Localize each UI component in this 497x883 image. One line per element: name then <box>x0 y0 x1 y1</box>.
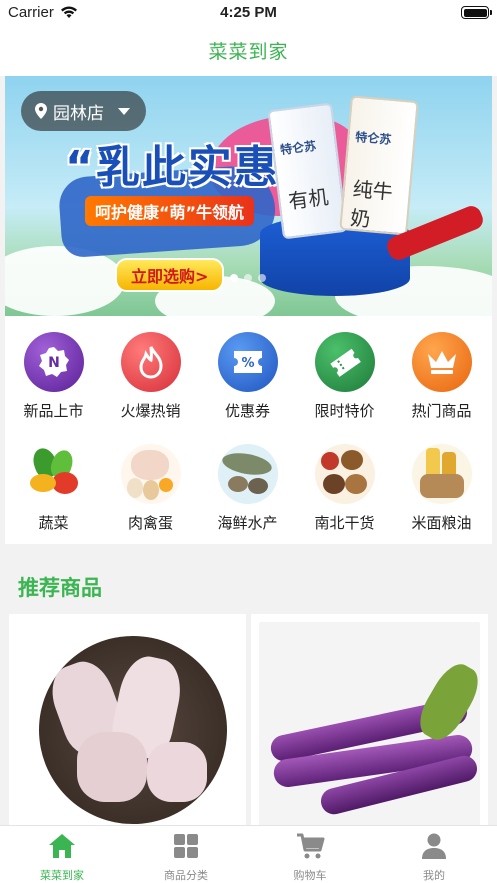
category-popular[interactable]: 热门商品 <box>393 332 490 421</box>
milk-carton-name: 纯牛奶 <box>349 176 394 232</box>
store-name: 园林店 <box>53 103 104 124</box>
category-label: 南北干货 <box>314 514 375 532</box>
category-grain-oil[interactable]: 米面粮油 <box>393 444 490 533</box>
milk-carton-pure-image: 特仑苏 纯牛奶 <box>339 95 419 236</box>
category-label: 热门商品 <box>411 402 472 420</box>
nav-header: 菜菜到家 <box>0 26 497 76</box>
fire-icon <box>120 332 181 392</box>
category-dried-goods[interactable]: 南北干货 <box>296 444 393 533</box>
milk-carton-name: 有机 <box>287 184 330 214</box>
category-new-arrivals[interactable]: N 新品上市 <box>5 332 102 421</box>
promo-banner[interactable]: “乳此实惠” 呵护健康“萌”牛领航 特仑苏 有机 特仑苏 纯牛奶 立即选购> 园… <box>5 76 492 316</box>
category-label: 限时特价 <box>314 402 375 420</box>
tab-label: 购物车 <box>293 869 327 882</box>
banner-dot[interactable] <box>230 274 238 282</box>
crown-icon <box>411 332 472 392</box>
svg-text:N: N <box>48 355 60 371</box>
cloud-decoration <box>5 246 125 316</box>
category-label: 蔬菜 <box>38 514 69 532</box>
grain-oil-image <box>411 444 472 504</box>
tab-bar: 菜菜到家 商品分类 购物车 我的 <box>0 825 497 883</box>
category-grid: N 新品上市 火爆热销 % 优惠券 限时特价 热门商品 蔬菜 肉禽蛋 海鲜水产 … <box>5 316 492 544</box>
dried-goods-image <box>314 444 375 504</box>
vegetables-image <box>24 444 84 504</box>
tab-profile[interactable]: 我的 <box>372 832 496 883</box>
banner-pager <box>230 274 266 282</box>
tab-cart[interactable]: 购物车 <box>248 832 372 883</box>
category-meat-eggs[interactable]: 肉禽蛋 <box>102 444 199 533</box>
category-coupons[interactable]: % 优惠券 <box>199 332 296 421</box>
home-icon <box>49 834 75 858</box>
seafood-image <box>217 444 278 504</box>
new-badge-icon: N <box>23 332 84 392</box>
tab-label: 我的 <box>423 869 445 882</box>
ticket-icon <box>314 332 375 392</box>
promo-subtitle: 呵护健康“萌”牛领航 <box>85 196 255 226</box>
status-bar: Carrier 4:25 PM <box>0 0 497 26</box>
category-label: 肉禽蛋 <box>127 514 173 532</box>
eggplant-image <box>259 622 487 829</box>
category-label: 优惠券 <box>224 402 270 420</box>
page-title: 菜菜到家 <box>208 41 289 63</box>
battery-icon <box>461 6 492 19</box>
tab-label: 商品分类 <box>164 869 208 882</box>
product-card[interactable] <box>251 614 488 829</box>
cart-icon <box>297 833 325 859</box>
milk-carton-brand: 特仑苏 <box>354 129 392 147</box>
frog-meat-image <box>17 622 238 829</box>
store-selector[interactable]: 园林店 <box>21 91 146 131</box>
product-card[interactable] <box>9 614 246 829</box>
category-limited-offer[interactable]: 限时特价 <box>296 332 393 421</box>
category-label: 米面粮油 <box>411 514 472 532</box>
category-seafood[interactable]: 海鲜水产 <box>199 444 296 533</box>
category-hot-sales[interactable]: 火爆热销 <box>102 332 199 421</box>
chevron-down-icon <box>118 107 130 115</box>
recommend-title: 推荐商品 <box>18 576 102 600</box>
grid-icon <box>174 834 198 858</box>
category-label: 新品上市 <box>23 402 84 420</box>
category-label: 火爆热销 <box>120 402 181 420</box>
location-pin-icon <box>35 103 47 119</box>
banner-dot[interactable] <box>258 274 266 282</box>
tab-categories[interactable]: 商品分类 <box>124 832 248 883</box>
promo-buy-button[interactable]: 立即选购> <box>115 258 225 292</box>
tab-label: 菜菜到家 <box>40 869 84 882</box>
clock: 4:25 PM <box>220 4 277 21</box>
coupon-icon: % <box>217 332 278 392</box>
banner-dot[interactable] <box>244 274 252 282</box>
user-icon <box>422 833 446 859</box>
category-vegetables[interactable]: 蔬菜 <box>5 444 102 533</box>
milk-carton-brand: 特仑苏 <box>279 138 317 158</box>
svg-text:%: % <box>241 356 254 371</box>
meat-eggs-image <box>120 444 181 504</box>
category-label: 海鲜水产 <box>217 514 278 532</box>
tab-home[interactable]: 菜菜到家 <box>0 832 124 883</box>
